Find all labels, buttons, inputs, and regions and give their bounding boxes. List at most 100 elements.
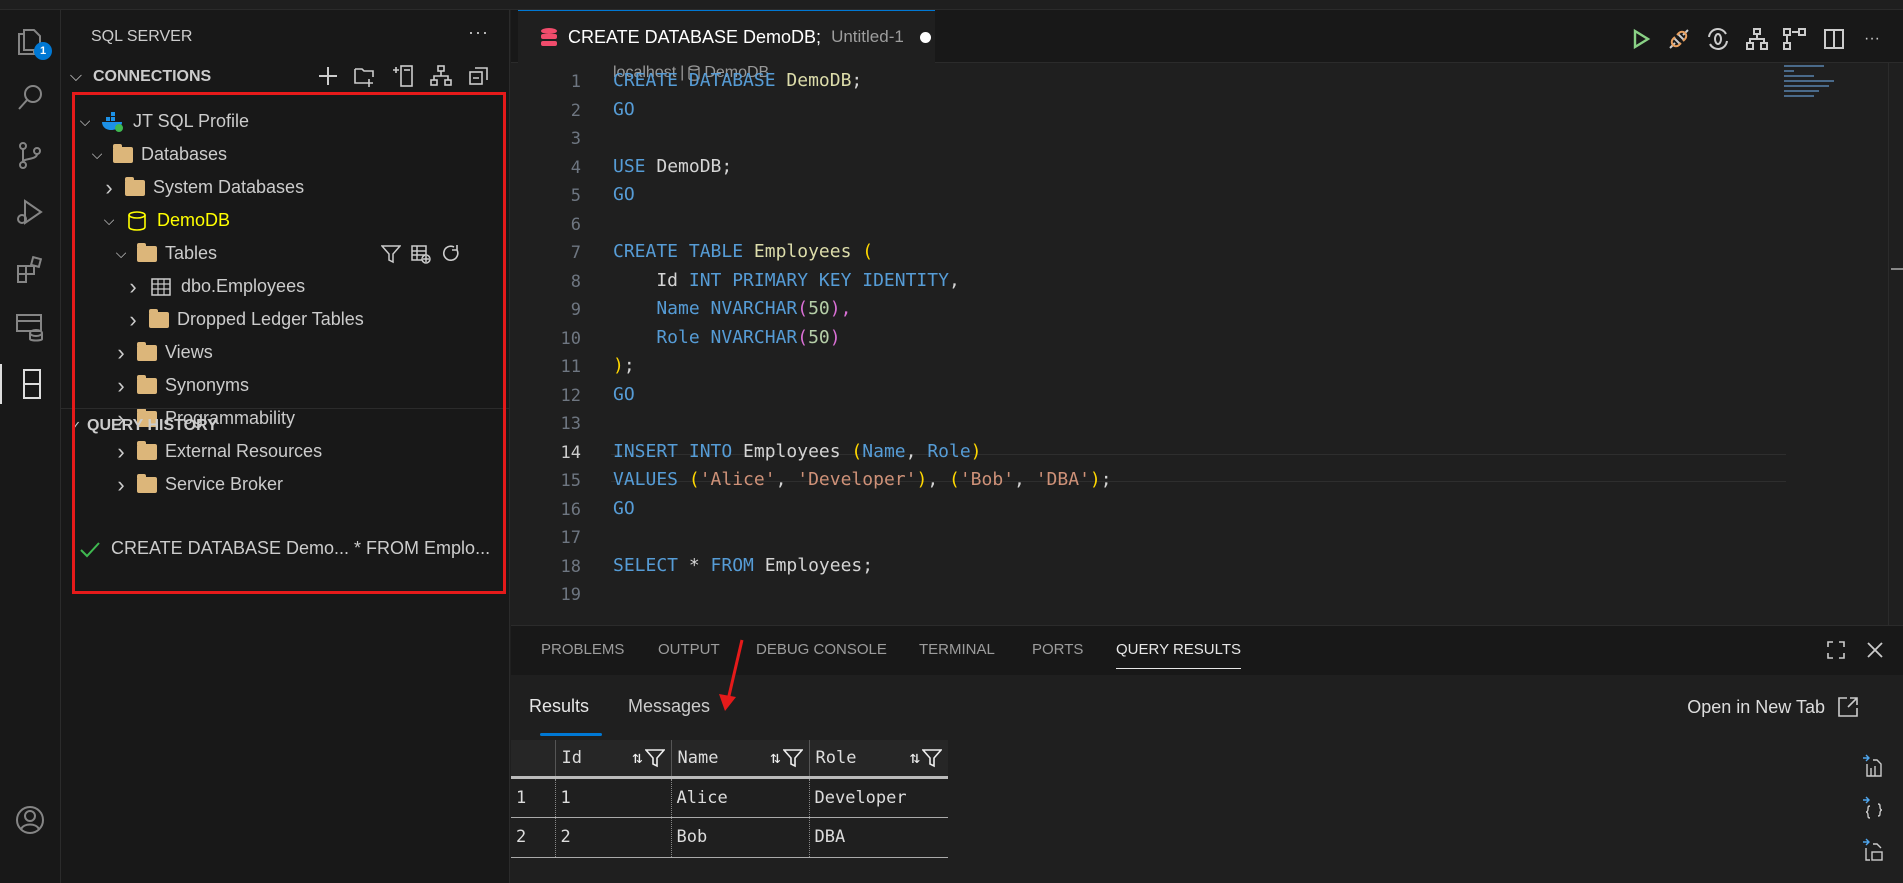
line-number: 11 — [560, 357, 581, 377]
results-tab[interactable]: Results — [529, 696, 589, 717]
unsaved-dot-icon[interactable] — [919, 31, 931, 43]
tab-debug-console[interactable]: DEBUG CONSOLE — [756, 641, 887, 658]
code-token: , — [948, 269, 960, 291]
close-panel-icon[interactable] — [1865, 640, 1885, 660]
sql-server-icon[interactable] — [10, 307, 50, 347]
column-header-id[interactable]: Id ⇅ — [554, 740, 671, 779]
account-icon[interactable] — [10, 800, 50, 840]
code-line[interactable]: GO — [613, 184, 635, 205]
run-debug-icon[interactable] — [10, 192, 50, 232]
code-line[interactable]: USE DemoDB; — [613, 156, 732, 177]
code-line[interactable]: SELECT * FROM Employees; — [613, 555, 873, 576]
column-header-name[interactable]: Name ⇅ — [670, 740, 809, 779]
maximize-panel-icon[interactable] — [1826, 640, 1846, 660]
save-as-csv-icon[interactable] — [1861, 754, 1885, 778]
results-grid: Id ⇅ Name ⇅ Role ⇅ 1 1 Alice Developer 2 2 Bob DB… — [511, 740, 948, 858]
messages-tab[interactable]: Messages — [628, 696, 710, 717]
code-line[interactable]: CREATE TABLE Employees ( — [613, 241, 873, 262]
search-icon[interactable] — [10, 78, 50, 118]
code-token: , — [1014, 469, 1036, 490]
code-line[interactable]: Role NVARCHAR(50) — [613, 326, 841, 348]
column-header-role[interactable]: Role ⇅ — [808, 740, 948, 779]
code-line[interactable]: INSERT INTO Employees (Name, Role) — [613, 441, 982, 462]
tab-terminal[interactable]: TERMINAL — [919, 641, 995, 658]
code-token: FROM — [710, 554, 765, 576]
tab-query-results[interactable]: QUERY RESULTS — [1116, 641, 1242, 669]
sidebar-title: SQL SERVER — [91, 28, 193, 45]
table-row[interactable]: 2 2 Bob DBA — [511, 817, 948, 858]
line-number: 7 — [570, 243, 581, 263]
code-token: 'Alice' — [699, 469, 776, 490]
column-label: Role — [815, 747, 857, 768]
line-number: 5 — [570, 186, 581, 206]
panel-tab-bar: PROBLEMS OUTPUT DEBUG CONSOLE TERMINAL P… — [511, 626, 1903, 675]
title-bar — [0, 0, 1903, 10]
code-line[interactable]: GO — [613, 99, 635, 120]
estimated-plan-icon[interactable] — [1782, 26, 1808, 52]
cell-name[interactable]: Bob — [670, 817, 809, 858]
code-line[interactable]: GO — [613, 498, 635, 519]
new-group-icon[interactable] — [353, 64, 377, 88]
change-database-icon[interactable] — [1705, 26, 1731, 52]
cell-role[interactable]: DBA — [808, 817, 948, 858]
cell-name[interactable]: Alice — [670, 777, 809, 818]
code-token: Id — [613, 269, 689, 291]
code-line[interactable]: GO — [613, 384, 635, 405]
sort-icon[interactable]: ⇅ — [770, 748, 780, 768]
save-as-excel-icon[interactable] — [1861, 838, 1885, 862]
code-token: ( — [688, 469, 700, 490]
run-query-icon[interactable] — [1628, 26, 1654, 52]
filter-icon[interactable] — [644, 748, 665, 768]
minimap[interactable] — [1784, 65, 1844, 115]
line-number: 16 — [560, 499, 581, 520]
code-line[interactable]: VALUES ('Alice', 'Developer'), ('Bob', '… — [613, 469, 1112, 490]
code-token: ( — [949, 469, 960, 490]
disconnect-icon[interactable] — [1666, 26, 1692, 52]
extensions-icon[interactable] — [10, 250, 50, 290]
line-number: 18 — [560, 556, 581, 577]
editor-tab-bar: CREATE DATABASE DemoDB; Untitled-1 ··· — [511, 10, 1903, 63]
sort-icon[interactable]: ⇅ — [910, 748, 920, 768]
table-row[interactable]: 1 1 Alice Developer — [511, 777, 948, 818]
chevron-down-icon: ⌵ — [69, 68, 83, 85]
sort-icon[interactable]: ⇅ — [632, 748, 642, 768]
code-token: Name — [862, 440, 906, 462]
code-line[interactable]: ); — [613, 355, 635, 376]
code-line[interactable]: CREATE DATABASE DemoDB; — [613, 70, 862, 91]
connections-section-header[interactable]: ⌵ CONNECTIONS — [61, 68, 211, 86]
new-query-icon[interactable] — [391, 64, 415, 88]
connections-label: CONNECTIONS — [93, 68, 212, 85]
split-editor-icon[interactable] — [1821, 26, 1847, 52]
server-tree-icon[interactable] — [429, 64, 453, 88]
explorer-icon[interactable]: 1 — [10, 20, 52, 60]
execution-plan-icon[interactable] — [1744, 26, 1770, 52]
sql-projects-icon[interactable] — [0, 364, 61, 404]
editor-scrollbar[interactable] — [1888, 63, 1903, 625]
code-token: ( — [862, 241, 874, 262]
code-line[interactable]: Id INT PRIMARY KEY IDENTITY, — [613, 269, 960, 291]
code-token: CREATE TABLE — [613, 241, 754, 262]
code-line[interactable]: Name NVARCHAR(50), — [613, 298, 851, 319]
tab-ports[interactable]: PORTS — [1032, 641, 1083, 658]
more-actions-button[interactable]: ··· — [468, 22, 489, 43]
code-token: ) — [829, 326, 841, 348]
source-control-icon[interactable] — [10, 135, 50, 175]
cell-id[interactable]: 2 — [554, 817, 671, 858]
filter-icon[interactable] — [922, 748, 942, 768]
filter-icon[interactable] — [782, 748, 803, 768]
editor-tab[interactable]: CREATE DATABASE DemoDB; Untitled-1 — [518, 10, 935, 63]
cell-id[interactable]: 1 — [554, 777, 671, 818]
tab-problems[interactable]: PROBLEMS — [541, 641, 624, 658]
code-token: CREATE DATABASE — [613, 70, 787, 91]
tab-output[interactable]: OUTPUT — [658, 641, 720, 658]
row-number: 1 — [511, 777, 555, 818]
code-token: Employees; — [764, 554, 874, 576]
more-actions-icon[interactable]: ··· — [1859, 26, 1885, 52]
line-number: 4 — [570, 157, 581, 178]
add-connection-icon[interactable] — [317, 65, 339, 87]
collapse-all-icon[interactable] — [467, 64, 491, 88]
save-as-json-icon[interactable] — [1861, 796, 1885, 820]
code-token: 50 — [808, 298, 830, 319]
open-in-new-tab-button[interactable]: Open in New Tab — [1687, 696, 1859, 718]
cell-role[interactable]: Developer — [808, 777, 948, 818]
